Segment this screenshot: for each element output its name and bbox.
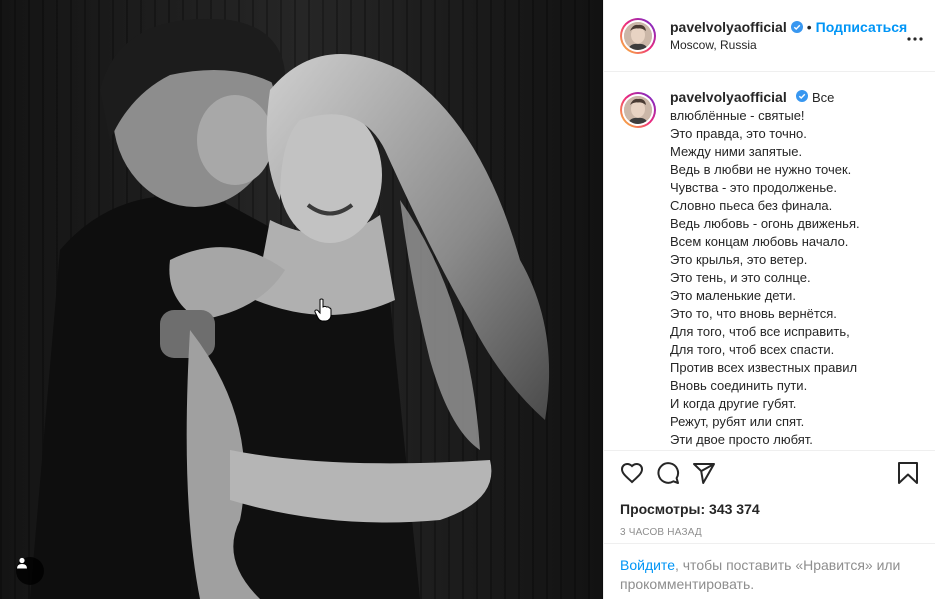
couple-photo-illustration — [0, 0, 603, 599]
login-link[interactable]: Войдите — [620, 557, 675, 573]
caption-line: Ведь любовь - огонь движенья. — [670, 216, 860, 231]
caption-line: Это правда, это точно. — [670, 126, 807, 141]
post-actions-section: Просмотры: 343 374 3 часов назад — [604, 450, 935, 538]
more-options-icon — [907, 28, 923, 44]
caption-line: Для того, чтоб все исправить, — [670, 324, 850, 339]
separator-dot: • — [806, 19, 812, 35]
comment-icon — [656, 461, 680, 488]
user-tag-button[interactable] — [16, 557, 44, 585]
caption-line: Это маленькие дети. — [670, 288, 796, 303]
caption-line: Ведь в любви не нужно точек. — [670, 162, 852, 177]
caption-line: Словно пьеса без финала. — [670, 198, 833, 213]
post-header: pavelvolyaofficial • Подписаться Moscow,… — [604, 0, 935, 72]
caption-line: Это то, что вновь вернётся. — [670, 306, 837, 321]
verified-badge-icon — [796, 90, 809, 102]
caption-line: Вновь соединить пути. — [670, 378, 808, 393]
bookmark-icon — [897, 461, 919, 488]
action-bar — [620, 451, 919, 497]
verified-badge-icon — [790, 21, 803, 33]
caption-line: И когда другие губят. — [670, 396, 797, 411]
caption-line: Против всех известных правил — [670, 360, 858, 375]
caption-line: Эти двое просто любят. — [670, 432, 813, 447]
caption-line: Всем концам любовь начало. — [670, 234, 849, 249]
share-button[interactable] — [692, 456, 728, 492]
avatar[interactable] — [620, 17, 656, 54]
post-photo[interactable] — [0, 0, 603, 599]
post-details-panel: pavelvolyaofficial • Подписаться Moscow,… — [603, 0, 935, 599]
caption-username-link[interactable]: pavelvolyaofficial — [670, 89, 787, 105]
caption-avatar[interactable] — [620, 92, 656, 128]
heart-icon — [620, 461, 644, 488]
caption-line: Это крылья, это ветер. — [670, 252, 808, 267]
login-prompt: Войдите, чтобы поставить «Нравится» или … — [604, 543, 935, 599]
caption-line: Для того, чтоб всех спасти. — [670, 342, 835, 357]
like-button[interactable] — [620, 456, 656, 492]
post-timestamp[interactable]: 3 часов назад — [620, 527, 919, 538]
views-count[interactable]: Просмотры: 343 374 — [620, 501, 919, 517]
caption-line: Это тень, и это солнце. — [670, 270, 811, 285]
caption-area: pavelvolyaofficial Все влюблённые - свят… — [604, 72, 935, 450]
save-button[interactable] — [883, 456, 919, 492]
location-link[interactable]: Moscow, Russia — [670, 38, 907, 52]
caption-text: pavelvolyaofficial Все влюблённые - свят… — [670, 88, 908, 450]
more-options-button[interactable] — [907, 24, 923, 48]
username-link[interactable]: pavelvolyaofficial — [670, 19, 787, 35]
caption-line: Режут, рубят или спят. — [670, 414, 805, 429]
caption-line: Чувства - это продолженье. — [670, 180, 837, 195]
caption-line: Между ними запятые. — [670, 144, 803, 159]
follow-button[interactable]: Подписаться — [816, 19, 908, 35]
paper-plane-icon — [692, 461, 716, 488]
comment-button[interactable] — [656, 456, 692, 492]
